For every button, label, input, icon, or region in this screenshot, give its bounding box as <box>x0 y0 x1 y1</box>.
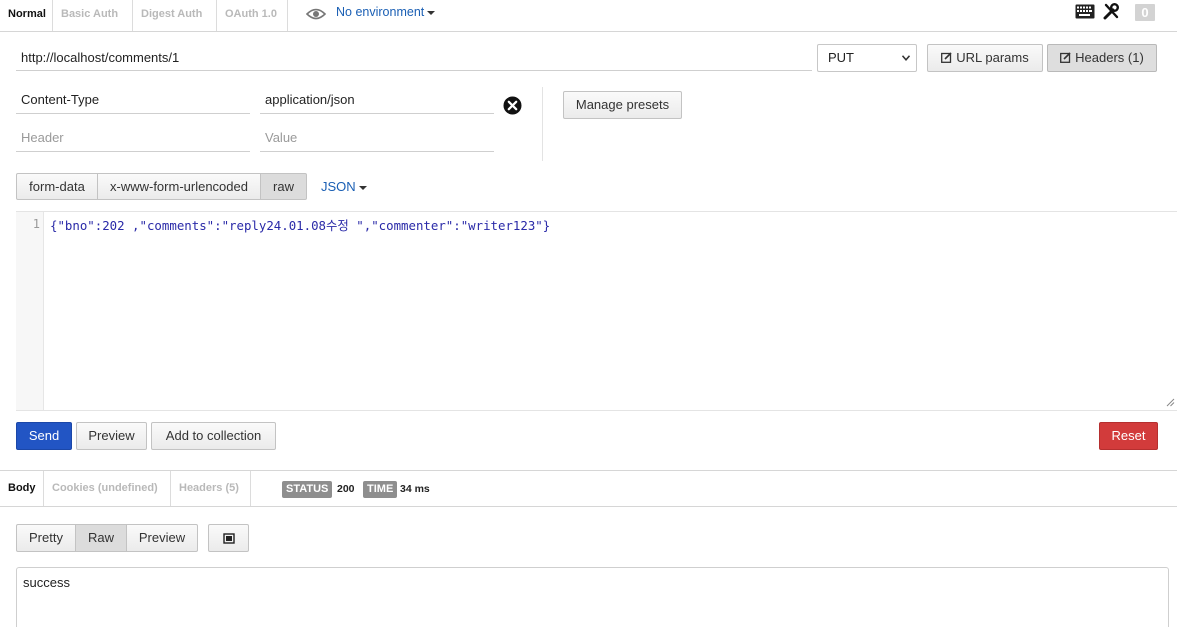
url-params-label: URL params <box>956 50 1029 65</box>
edit-icon <box>941 52 952 63</box>
add-to-collection-button[interactable]: Add to collection <box>151 422 276 450</box>
response-tab-bar: Body Cookies (undefined) Headers (5) STA… <box>0 470 1177 507</box>
auth-tab-bar: Normal Basic Auth Digest Auth OAuth 1.0 … <box>0 0 1177 32</box>
divider <box>542 87 543 161</box>
tab-response-headers[interactable]: Headers (5) <box>171 471 251 506</box>
tools-icon[interactable] <box>1103 3 1119 20</box>
resize-handle-icon[interactable] <box>1166 398 1175 407</box>
raw-format-dropdown[interactable]: JSON <box>321 179 367 194</box>
keyboard-icon[interactable] <box>1075 4 1095 19</box>
preview-button[interactable]: Preview <box>76 422 147 450</box>
environment-label: No environment <box>336 5 425 19</box>
chevron-down-icon <box>902 55 910 61</box>
notification-count-badge[interactable]: 0 <box>1135 4 1155 21</box>
reset-button[interactable]: Reset <box>1099 422 1158 450</box>
editor-code-line[interactable]: {"bno":202 ,"comments":"reply24.01.08수정 … <box>50 216 550 234</box>
eye-icon <box>306 8 326 20</box>
tab-normal[interactable]: Normal <box>0 0 53 31</box>
headers-label: Headers (1) <box>1075 50 1144 65</box>
view-preview[interactable]: Preview <box>126 524 198 552</box>
header-key-input[interactable] <box>16 86 250 114</box>
view-pretty[interactable]: Pretty <box>16 524 76 552</box>
chevron-down-icon <box>427 10 436 15</box>
fullscreen-button[interactable] <box>208 524 249 552</box>
response-body: success <box>16 567 1169 627</box>
body-type-raw[interactable]: raw <box>260 173 307 200</box>
new-header-value-input[interactable] <box>260 124 494 152</box>
headers-button[interactable]: Headers (1) <box>1047 44 1157 72</box>
tab-response-cookies[interactable]: Cookies (undefined) <box>44 471 171 506</box>
remove-header-icon[interactable] <box>503 96 522 115</box>
method-select-value: PUT <box>828 50 854 65</box>
status-value: 200 <box>337 483 355 495</box>
tab-response-body[interactable]: Body <box>0 471 44 506</box>
new-header-key-input[interactable] <box>16 124 250 152</box>
header-value-input[interactable] <box>260 86 494 114</box>
view-raw[interactable]: Raw <box>75 524 127 552</box>
body-type-urlencoded[interactable]: x-www-form-urlencoded <box>97 173 261 200</box>
fullscreen-icon <box>223 533 235 544</box>
chevron-down-icon <box>358 185 367 190</box>
edit-icon <box>1060 52 1071 63</box>
status-label-badge: STATUS <box>282 481 333 498</box>
tab-basic-auth[interactable]: Basic Auth <box>53 0 133 31</box>
method-select[interactable]: PUT <box>817 44 917 72</box>
tab-oauth[interactable]: OAuth 1.0 <box>217 0 288 31</box>
line-gutter: 1 <box>16 212 44 410</box>
raw-body-editor[interactable]: 1 {"bno":202 ,"comments":"reply24.01.08수… <box>16 211 1177 411</box>
line-number: 1 <box>32 217 40 231</box>
time-value: 34 ms <box>400 483 430 495</box>
environment-dropdown[interactable]: No environment <box>336 5 436 19</box>
send-button[interactable]: Send <box>16 422 72 450</box>
time-label-badge: TIME <box>363 481 398 498</box>
url-input[interactable] <box>16 44 812 71</box>
raw-format-label: JSON <box>321 179 356 194</box>
url-params-button[interactable]: URL params <box>927 44 1043 72</box>
body-type-form-data[interactable]: form-data <box>16 173 98 200</box>
manage-presets-button[interactable]: Manage presets <box>563 91 682 119</box>
tab-digest-auth[interactable]: Digest Auth <box>133 0 217 31</box>
